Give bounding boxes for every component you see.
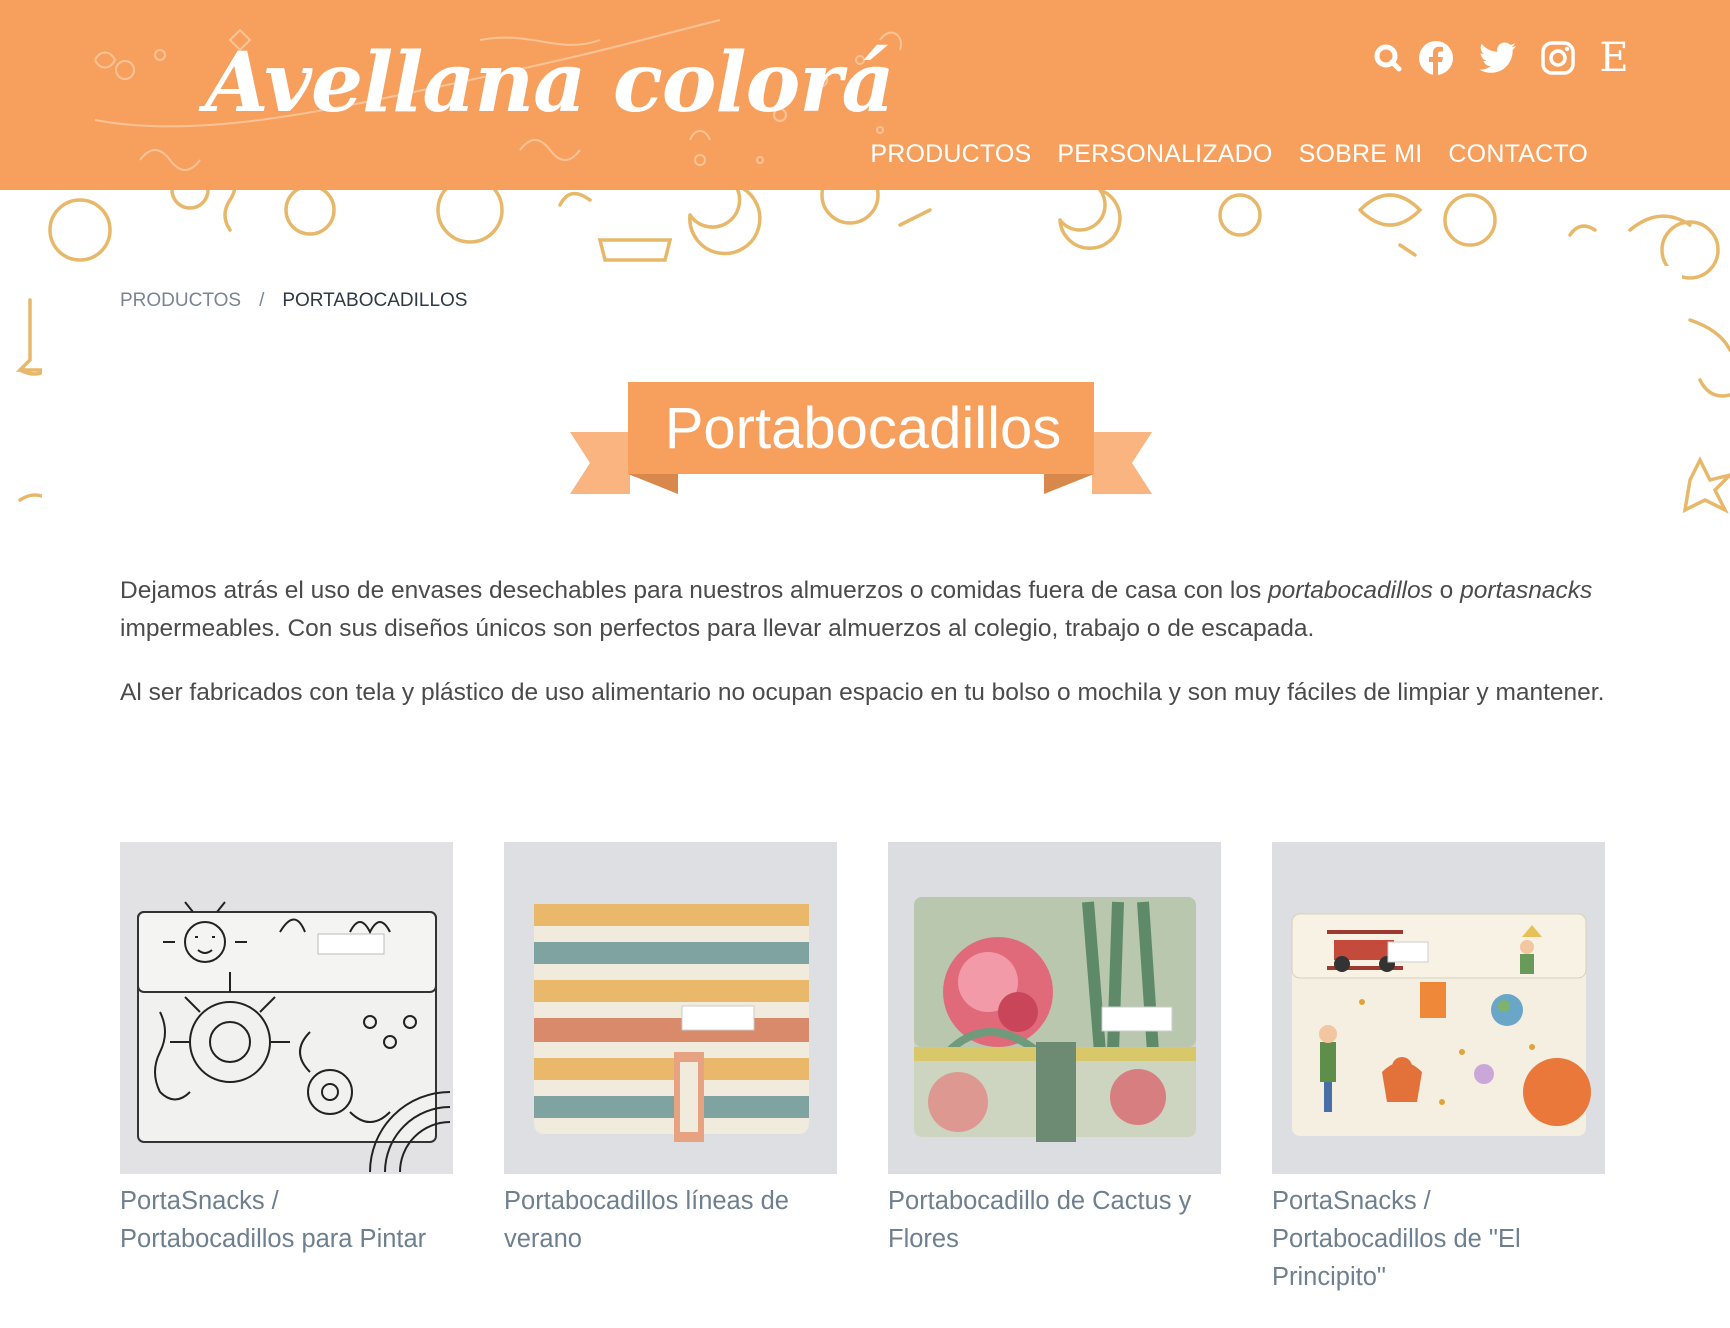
etsy-letter: E [1599, 35, 1629, 81]
product-card: PortaSnacks / Portabocadillos de "El Pri… [1272, 842, 1605, 1296]
site-logo[interactable]: Avellana colorá [205, 42, 895, 124]
nav-item-productos[interactable]: PRODUCTOS [870, 140, 1031, 169]
product-card: Portabocadillos líneas de verano [504, 842, 837, 1258]
intro-paragraph-2: Al ser fabricados con tela y plástico de… [120, 679, 1605, 706]
main-nav: PRODUCTOS PERSONALIZADO SOBRE MI CONTACT… [870, 140, 1588, 169]
product-name[interactable]: Portabocadillo de Cactus y Flores [888, 1182, 1221, 1258]
page-title: Portabocadillos [664, 395, 1062, 461]
intro-text: Dejamos atrás el uso de envases desechab… [120, 572, 1610, 738]
nav-item-contacto[interactable]: CONTACTO [1448, 140, 1588, 169]
product-card: Portabocadillo de Cactus y Flores [888, 842, 1221, 1258]
product-card: PortaSnacks / Portabocadillos para Pinta… [120, 842, 453, 1258]
twitter-icon[interactable] [1476, 38, 1520, 78]
nav-item-sobre-mi[interactable]: SOBRE MI [1299, 140, 1423, 169]
intro-paragraph-1: Dejamos atrás el uso de envases desechab… [120, 577, 1593, 642]
product-image[interactable] [1272, 842, 1605, 1174]
breadcrumb-current: PORTABOCADILLOS [282, 290, 468, 311]
etsy-icon[interactable]: E [1594, 35, 1634, 81]
breadcrumb: PRODUCTOS / PORTABOCADILLOS [120, 290, 467, 312]
facebook-icon[interactable] [1416, 38, 1456, 78]
nav-item-personalizado[interactable]: PERSONALIZADO [1057, 140, 1272, 169]
breadcrumb-separator: / [259, 290, 265, 311]
product-image[interactable] [120, 842, 453, 1174]
product-image[interactable] [504, 842, 837, 1174]
breadcrumb-link-productos[interactable]: PRODUCTOS [120, 290, 241, 312]
product-image[interactable] [888, 842, 1221, 1174]
site-header: Avellana colorá E PRODUCTOS PERSONALIZAD… [0, 0, 1730, 190]
instagram-icon[interactable] [1538, 38, 1578, 78]
product-name[interactable]: PortaSnacks / Portabocadillos para Pinta… [120, 1182, 453, 1258]
product-name[interactable]: PortaSnacks / Portabocadillos de "El Pri… [1272, 1182, 1605, 1296]
product-name[interactable]: Portabocadillos líneas de verano [504, 1182, 837, 1258]
search-icon[interactable] [1368, 38, 1408, 78]
